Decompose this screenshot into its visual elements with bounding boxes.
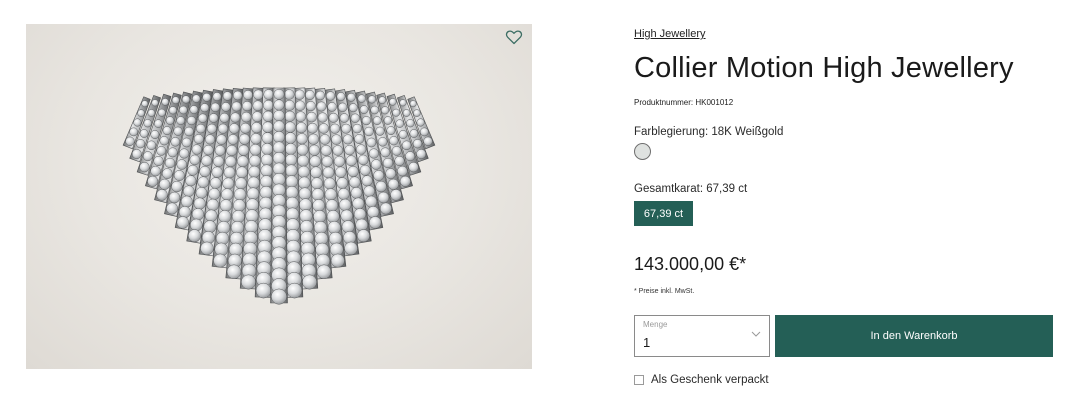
quantity-select[interactable]: Menge 1 (634, 315, 770, 357)
tax-note: * Preise inkl. MwSt. (634, 288, 695, 295)
price: 143.000,00 €* (634, 254, 747, 274)
gift-wrap-label: Als Geschenk verpackt (651, 374, 769, 386)
add-to-cart-button[interactable]: In den Warenkorb (775, 315, 1053, 357)
product-number: Produktnummer: HK001012 (634, 98, 734, 107)
breadcrumb-link[interactable]: High Jewellery (634, 28, 706, 40)
product-image (26, 24, 532, 369)
necklace-image (122, 87, 436, 305)
carat-option-chip[interactable]: 67,39 ct (634, 201, 693, 226)
gift-wrap-option[interactable]: Als Geschenk verpackt (634, 374, 769, 386)
gift-wrap-checkbox[interactable] (634, 375, 644, 385)
alloy-label: Farblegierung: 18K Weißgold (634, 126, 784, 138)
chevron-down-icon (751, 331, 761, 337)
carat-label: Gesamtkarat: 67,39 ct (634, 183, 748, 195)
quantity-caption: Menge (643, 320, 668, 329)
quantity-value: 1 (643, 335, 651, 350)
page-title: Collier Motion High Jewellery (634, 52, 1014, 84)
heart-icon[interactable] (505, 28, 523, 46)
alloy-swatch-white-gold[interactable] (634, 143, 651, 160)
